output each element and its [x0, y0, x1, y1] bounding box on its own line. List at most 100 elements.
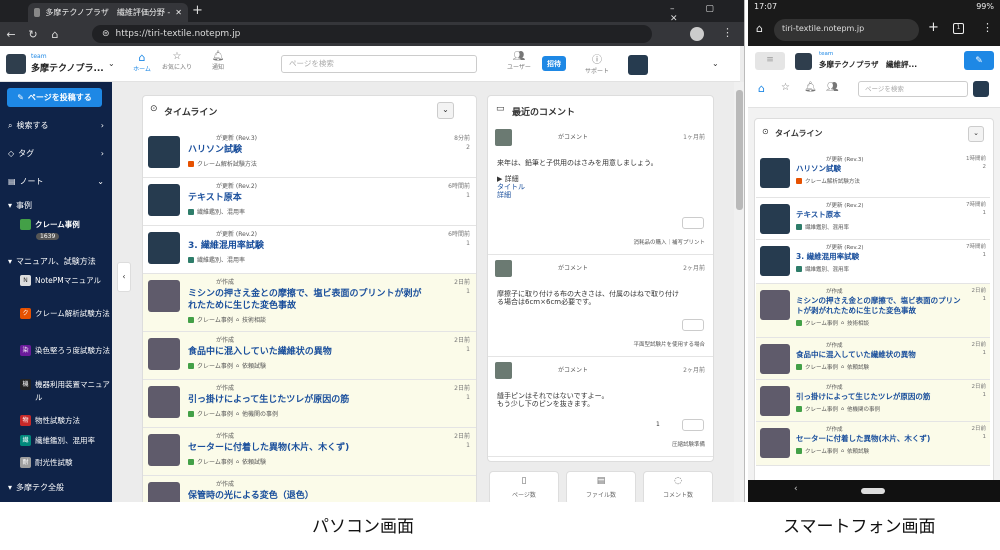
sidebar-note-item[interactable]: 耐耐光性試験 [20, 456, 110, 469]
item-tag-label[interactable]: 繊維鑑別、混用率 [805, 223, 849, 231]
new-tab-icon[interactable]: + [192, 3, 203, 18]
sidebar-note-item[interactable]: N NotePMマニュアル [20, 274, 110, 287]
comment-item[interactable]: がコメント 1ヶ月前 来年は、鉛筆と子供用のはさみを用意しましょう。 ▶ 詳細 タイトル… [488, 124, 713, 255]
mobile-avatar[interactable] [973, 81, 989, 97]
item-title-link[interactable]: 食品中に混入していた繊維状の異物 [188, 346, 428, 358]
mobile-bell-icon[interactable]: 🔔︎ [804, 82, 817, 93]
timeline-item[interactable]: が更新 (Rev.2) 3. 繊維混用率試験 繊維鑑別、混用率 6時間前 1 [143, 226, 476, 274]
page-scrollbar[interactable] [734, 82, 744, 502]
item-title-link[interactable]: ハリソン試験 [796, 164, 966, 174]
mobile-timeline-chevron-down-icon[interactable]: ⌄ [968, 126, 984, 142]
stat-tile[interactable]: ▤ ファイル数 [566, 471, 636, 502]
item-tag-label[interactable]: クレーム事例 [805, 319, 838, 327]
timeline-item[interactable]: が作成 引っ掛けによって生じたツレが原因の筋 クレーム事例 ⌂ 他機関の事例 2日前 1 [756, 380, 990, 422]
avatar[interactable] [628, 55, 648, 75]
url-field[interactable]: ⊜ https://tiri-textile.notepm.jp [92, 25, 652, 43]
timeline-item[interactable]: が更新 (Rev.3) ハリソン試験 クレーム解析試験方法 8分前 2 [143, 130, 476, 178]
item-tag-label[interactable]: クレーム解析試験方法 [805, 177, 860, 185]
sidebar-note-item[interactable]: ククレーム解析試験方法 [20, 307, 110, 320]
item-tag-label[interactable]: クレーム事例 [805, 363, 838, 371]
scrollbar-thumb[interactable] [736, 90, 743, 210]
add-reaction-icon[interactable] [682, 217, 704, 229]
comment-source-page[interactable]: 消耗品の購入｜補写プリント [633, 238, 705, 246]
item-title-link[interactable]: 3. 繊維混用率試験 [188, 240, 428, 252]
item-title-link[interactable]: セーターに付着した異物(木片、木くず) [796, 434, 966, 444]
item-tag-label[interactable]: 他機関の事例 [242, 409, 278, 418]
timeline-item[interactable]: が作成 セーターに付着した異物(木片、木くず) クレーム事例 ⌂ 依頼試験 2日前 1 [143, 428, 476, 476]
item-tag-label[interactable]: 依頼試験 [242, 457, 266, 466]
item-tag-label[interactable]: 他機関の事例 [847, 405, 880, 413]
timeline-item[interactable]: が作成 ミシンの押さえ金との摩擦で、塩ビ表面のプリントが剥がれたために生じた変色事… [756, 284, 990, 338]
comment-item[interactable]: がコメント 2ヶ月前 縫手ピンはそれではないですよー。 もう少し下のピンを抜きます。 1… [488, 357, 713, 457]
hamburger-menu-icon[interactable]: ≡ [755, 52, 785, 70]
item-tag-label[interactable]: クレーム事例 [805, 405, 838, 413]
nav-users[interactable]: 👥︎ ユーザー [504, 51, 534, 71]
stat-tile[interactable]: ◌ コメント数 [643, 471, 713, 502]
timeline-item[interactable]: が作成 食品中に混入していた繊維状の異物 クレーム事例 ⌂ 依頼試験 2日前 1 [756, 338, 990, 380]
nav-home[interactable]: ⌂ ホーム [128, 51, 156, 73]
nav-notifications[interactable]: 🔔︎ 通知 [204, 51, 232, 71]
item-title-link[interactable]: ミシンの押さえ金との摩擦で、塩ビ表面のプリントが剥がれたために生じた変色事故 [188, 288, 428, 312]
home-icon[interactable]: ⌂ [756, 22, 763, 35]
stat-tile[interactable]: ▯ ページ数 [489, 471, 559, 502]
user-menu-chevron-down-icon[interactable]: ⌄ [712, 59, 719, 68]
timeline-item[interactable]: が作成 保管時の光による変色（退色） [143, 476, 476, 502]
mobile-edit-button[interactable]: ✎ [964, 51, 994, 70]
timeline-item[interactable]: が作成 ミシンの押さえ金との摩擦で、塩ビ表面のプリントが剥がれたために生じた変色事… [143, 274, 476, 332]
item-title-link[interactable]: ミシンの押さえ金との摩擦で、塩ビ表面のプリントが剥がれたために生じた変色事故 [796, 296, 966, 316]
timeline-item[interactable]: が作成 引っ掛けによって生じたツレが原因の筋 クレーム事例 ⌂ 他機関の事例 2日前 1 [143, 380, 476, 428]
timeline-item[interactable]: が更新 (Rev.3) ハリソン試験 クレーム解析試験方法 1時間前 2 [756, 152, 990, 198]
item-tag-label[interactable]: 技術相談 [242, 315, 266, 324]
mobile-home-pill[interactable] [861, 488, 885, 494]
item-tag-label[interactable]: 繊維鑑別、混用率 [805, 265, 849, 273]
sidebar-note-item[interactable]: 物物性試験方法 [20, 414, 110, 427]
sidebar-note-item[interactable]: 繊繊維鑑別、混用率 [20, 434, 110, 447]
sidebar-section-jirei[interactable]: ▾ 事例 [0, 200, 112, 211]
item-tag-label[interactable]: 技術相談 [847, 319, 869, 327]
reload-icon[interactable]: ↻ [22, 28, 44, 41]
site-info-icon[interactable]: ⊜ [102, 29, 110, 39]
sidebar-item-search[interactable]: ⌕ 検索する › [0, 120, 112, 131]
item-title-link[interactable]: セーターに付着した異物(木片、木くず) [188, 442, 428, 454]
item-title-link[interactable]: ハリソン試験 [188, 144, 428, 156]
back-icon[interactable]: ← [0, 28, 22, 41]
item-tag-label[interactable]: クレーム解析試験方法 [197, 159, 257, 168]
item-title-link[interactable]: 引っ掛けによって生じたツレが原因の筋 [188, 394, 428, 406]
invite-button[interactable]: 招待 [542, 56, 566, 71]
sidebar-section-tama[interactable]: ▾ 多摩テク全般 [0, 482, 112, 493]
mobile-star-icon[interactable]: ☆ [781, 82, 790, 93]
browser-menu-icon[interactable]: ⋮ [722, 26, 733, 39]
team-name[interactable]: 多摩テクノプラ... [31, 61, 104, 74]
new-tab-icon[interactable]: + [928, 20, 939, 35]
comment-item[interactable]: がコメント 2ヶ月前 摩擦子に取り付ける布の大きさは、付属のはねで取り付け る場合は6… [488, 255, 713, 357]
timeline-item[interactable]: が更新 (Rev.2) テキスト原本 繊維鑑別、混用率 6時間前 1 [143, 178, 476, 226]
sidebar-note-item[interactable]: 機機器利用装置マニュアル [20, 378, 110, 404]
item-tag-label[interactable]: クレーム事例 [197, 361, 233, 370]
item-tag-label[interactable]: 依頼試験 [847, 363, 869, 371]
mobile-team-name[interactable]: 多摩テクノプラザ 繊維評... [819, 59, 917, 70]
item-tag-label[interactable]: クレーム事例 [197, 409, 233, 418]
timeline-item[interactable]: が作成 食品中に混入していた繊維状の異物 クレーム事例 ⌂ 依頼試験 2日前 1 [143, 332, 476, 380]
sidebar-section-manual[interactable]: ▾ マニュアル、試験方法 [0, 256, 112, 267]
page-search-input[interactable]: ページを検索 [281, 55, 477, 73]
browser-menu-icon[interactable]: ⋮ [982, 21, 993, 34]
timeline-item[interactable]: が更新 (Rev.2) 3. 繊維混用率試験 繊維鑑別、混用率 7時間前 1 [756, 240, 990, 284]
comment-source-page[interactable]: 圧縮試験準備 [672, 440, 705, 448]
team-menu-chevron-down-icon[interactable]: ⌄ [108, 59, 115, 68]
item-title-link[interactable]: テキスト原本 [796, 210, 966, 220]
add-reaction-icon[interactable] [682, 419, 704, 431]
extension-icons[interactable] [690, 27, 704, 41]
tab-close-icon[interactable]: ✕ [175, 8, 182, 17]
mobile-back-icon[interactable]: ‹ [794, 484, 798, 494]
item-tag-label[interactable]: クレーム事例 [197, 457, 233, 466]
mobile-search-input[interactable]: ページを検索 [858, 81, 968, 97]
item-title-link[interactable]: 食品中に混入していた繊維状の異物 [796, 350, 966, 360]
comment-source-page[interactable]: 平面型試験片を使用する場合 [633, 340, 705, 348]
item-title-link[interactable]: 3. 繊維混用率試験 [796, 252, 966, 262]
mobile-users-icon[interactable]: 👥︎ [826, 82, 839, 93]
timeline-item[interactable]: が更新 (Rev.2) テキスト原本 繊維鑑別、混用率 7時間前 1 [756, 198, 990, 240]
item-tag-label[interactable]: 依頼試験 [242, 361, 266, 370]
item-tag-label[interactable]: 依頼試験 [847, 447, 869, 455]
item-tag-label[interactable]: 繊維鑑別、混用率 [197, 255, 245, 264]
nav-favorites[interactable]: ☆ お気に入り [162, 51, 192, 71]
